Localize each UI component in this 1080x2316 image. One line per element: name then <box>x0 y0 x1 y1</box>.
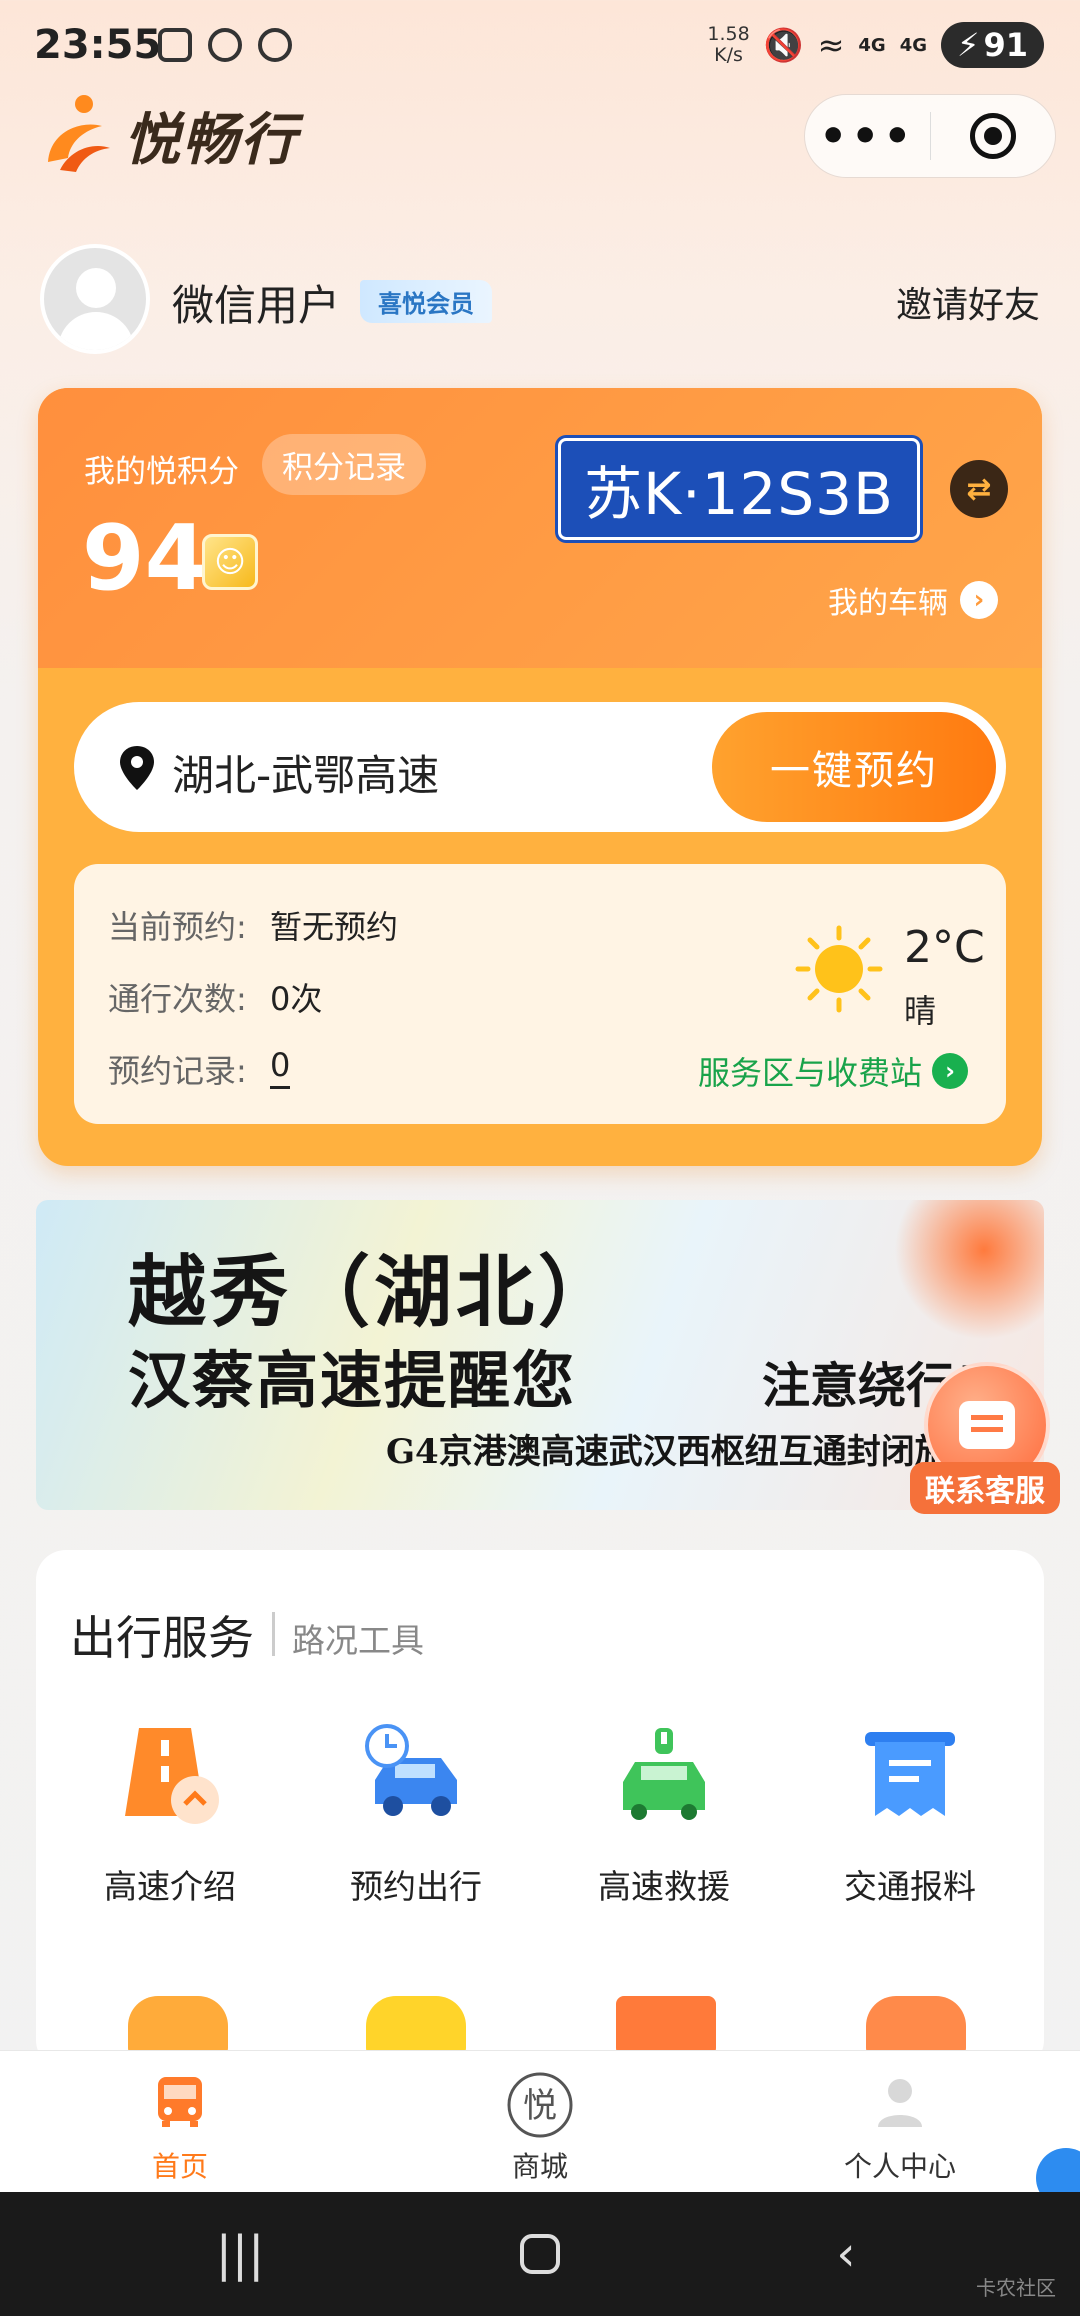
chevron-right-icon: › <box>960 581 998 619</box>
app-logo: 悦畅行 <box>40 92 298 178</box>
watermark: 卡农社区 <box>976 2276 1056 2300</box>
charging-icon: ⚡ <box>957 26 980 64</box>
sun-icon <box>795 925 883 1013</box>
recent-apps-button[interactable]: ||| <box>200 2222 280 2286</box>
card-header: 我的悦积分 积分记录 94 ☺ 苏K·12S3B ⇄ 我的车辆 › <box>38 388 1042 668</box>
logo-icon <box>40 92 116 178</box>
back-button[interactable]: ‹ <box>806 2222 886 2286</box>
nav-mall[interactable]: 悦 商城 <box>420 2071 660 2185</box>
more-button[interactable]: ••• <box>805 95 930 177</box>
weather-description: 晴 <box>904 992 937 1030</box>
mini-program-capsule: ••• <box>804 94 1056 178</box>
route-name: 湖北-武鄂高速 <box>172 751 440 800</box>
current-reservation-label: 当前预约: <box>108 908 247 946</box>
promo-banner[interactable]: 越秀（湖北） 汉蔡高速提醒您 注意绕行！ G4京港澳高速武汉西枢纽互通封闭施 <box>36 1200 1044 1510</box>
message-icon <box>208 28 242 62</box>
more-dots-icon: ••• <box>819 110 916 162</box>
title-divider <box>272 1612 275 1656</box>
invite-friends-link[interactable]: 邀请好友 <box>896 276 1040 328</box>
points-value: 94 <box>82 506 208 611</box>
banner-detail: G4京港澳高速武汉西枢纽互通封闭施 <box>386 1432 949 1472</box>
reservation-records-label: 预约记录: <box>108 1052 247 1090</box>
service-icon-partial[interactable] <box>616 1996 716 2056</box>
nav-home[interactable]: 首页 <box>60 2071 300 2185</box>
net-speed: 1.58 K/s <box>707 23 750 66</box>
person-icon <box>870 2071 930 2131</box>
points-record-button[interactable]: 积分记录 <box>262 434 426 495</box>
pass-count-label: 通行次数: <box>108 980 247 1018</box>
swap-vehicle-button[interactable]: ⇄ <box>950 460 1008 518</box>
section-subtitle: 路况工具 <box>292 1621 424 1660</box>
alarm-icon <box>258 28 292 62</box>
banner-subtitle: 汉蔡高速提醒您 <box>128 1344 577 1417</box>
route-selector[interactable]: 湖北-武鄂高速 一键预约 <box>74 702 1006 832</box>
svg-text:悦: 悦 <box>523 2086 557 2126</box>
service-icon-partial[interactable] <box>866 1996 966 2056</box>
status-notification-icons <box>158 28 292 62</box>
temperature: 2°C <box>904 922 985 973</box>
reservation-info-panel: 当前预约: 暂无预约 通行次数: 0次 预约记录: 0 2°C 晴 服务区与收费… <box>74 864 1006 1124</box>
travel-services-section: 出行服务 路况工具 高速介绍 预约出行 高速救援 交通报料 <box>36 1550 1044 2070</box>
status-time: 23:55 <box>34 22 162 68</box>
battery-indicator: ⚡ 91 <box>941 22 1044 68</box>
wifi-icon: ≈ <box>817 26 845 64</box>
car-clock-icon <box>361 1720 471 1830</box>
section-title: 出行服务 <box>70 1611 254 1665</box>
report-document-icon <box>855 1720 965 1830</box>
service-highway-rescue[interactable]: 高速救援 <box>544 1720 784 1908</box>
points-label: 我的悦积分 <box>84 454 239 490</box>
chevron-right-icon: › <box>932 1053 969 1089</box>
signal-icon: 4G <box>858 34 886 56</box>
contact-support-button[interactable]: 联系客服 <box>910 1362 1060 1522</box>
status-bar: 23:55 1.58 K/s 🔇 ≈ 4G 4G ⚡ 91 <box>0 0 1080 96</box>
road-icon <box>115 1720 225 1830</box>
service-reserve-travel[interactable]: 预约出行 <box>296 1720 536 1908</box>
signal-icon-2: 4G <box>899 34 927 56</box>
service-highway-intro[interactable]: 高速介绍 <box>50 1720 290 1908</box>
avatar[interactable] <box>40 244 150 354</box>
target-icon <box>969 113 1016 159</box>
close-button[interactable] <box>931 95 1056 177</box>
points-card: 我的悦积分 积分记录 94 ☺ 苏K·12S3B ⇄ 我的车辆 › 湖北-武鄂高… <box>38 388 1042 1166</box>
bottom-navigation: 首页 悦 商城 个人中心 <box>0 2050 1080 2192</box>
service-area-link[interactable]: 服务区与收费站 › <box>698 1048 969 1094</box>
member-badge: 喜悦会员 <box>360 280 492 323</box>
coin-icon: ☺ <box>202 534 258 590</box>
service-icon-partial[interactable] <box>128 1996 228 2056</box>
service-icon-partial[interactable] <box>366 1996 466 2056</box>
system-navigation-bar: ||| ‹ <box>0 2192 1080 2316</box>
home-square-icon <box>520 2234 560 2274</box>
mall-logo-icon: 悦 <box>506 2071 574 2139</box>
my-vehicle-link[interactable]: 我的车辆 › <box>828 578 998 622</box>
license-plate[interactable]: 苏K·12S3B <box>558 438 920 540</box>
rescue-car-icon <box>609 1720 719 1830</box>
home-button[interactable] <box>500 2222 580 2286</box>
app-name: 悦畅行 <box>124 107 298 173</box>
support-label: 联系客服 <box>910 1462 1060 1514</box>
status-right: 1.58 K/s 🔇 ≈ 4G 4G ⚡ 91 <box>707 22 1044 68</box>
username: 微信用户 <box>172 281 341 330</box>
pass-count-value: 0次 <box>270 980 323 1018</box>
location-pin-icon <box>120 746 154 790</box>
current-reservation-value: 暂无预约 <box>270 908 399 946</box>
nav-profile[interactable]: 个人中心 <box>780 2071 1020 2185</box>
service-traffic-report[interactable]: 交通报料 <box>790 1720 1030 1908</box>
one-click-reserve-button[interactable]: 一键预约 <box>712 712 996 822</box>
mute-icon: 🔇 <box>763 26 804 64</box>
bus-icon <box>150 2071 210 2131</box>
screenshot-icon <box>158 28 192 62</box>
banner-title: 越秀（湖北） <box>128 1247 621 1338</box>
reservation-records-value[interactable]: 0 <box>270 1046 291 1089</box>
